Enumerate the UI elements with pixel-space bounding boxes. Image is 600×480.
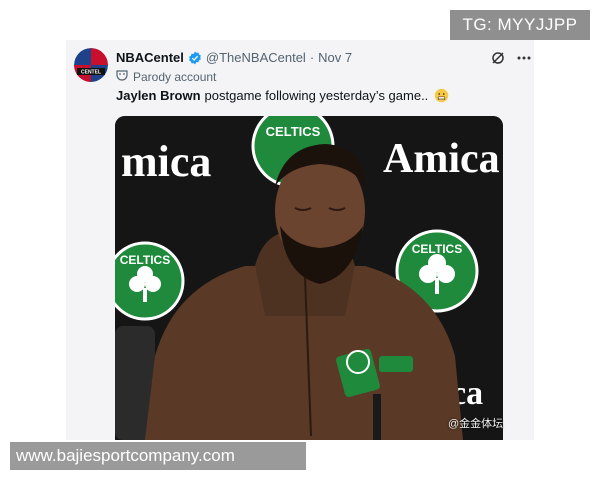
parody-account-text: Parody account [133,69,217,84]
tweet-header: NBACentel @TheNBACentel · Nov 7 [116,50,352,65]
screenshot-page: TG: MYYJJPP CENTEL NBACentel @TheNBACent… [0,0,600,480]
avatar-text: CENTEL [81,70,101,76]
parody-account-label: Parody account [116,69,216,84]
tweet-date[interactable]: Nov 7 [318,50,352,65]
avatar[interactable]: CENTEL [74,48,108,82]
more-icon[interactable] [516,50,532,71]
svg-text:CELTICS: CELTICS [412,242,462,256]
svg-text:CELTICS: CELTICS [266,124,321,139]
tweet-text-name: Jaylen Brown [116,88,201,103]
tg-overlay-label: TG: MYYJJPP [450,10,590,40]
photo-watermark: @金金体坛 [448,418,504,430]
tweet-actions [490,50,532,71]
celtics-logo-left: CELTICS [115,241,185,321]
grimace-emoji-icon [434,88,449,103]
tweet-photo[interactable]: mica Amica CELTICS CELTICS CELTICS ca [115,116,503,440]
handle[interactable]: @TheNBACentel [206,50,306,65]
tweet-text: Jaylen Brown postgame following yesterda… [116,88,449,103]
verified-badge-icon [188,51,202,65]
display-name[interactable]: NBACentel [116,50,184,65]
site-url-banner: www.bajiesportcompany.com [10,442,306,470]
sponsor-text-right: Amica [383,136,500,182]
sponsor-text-left: mica [121,137,211,186]
parody-mask-icon [116,69,128,84]
svg-text:CELTICS: CELTICS [120,253,170,267]
tweet-text-body: postgame following yesterday’s game.. [204,88,429,103]
grok-icon[interactable] [490,50,506,71]
separator-dot: · [309,50,315,65]
